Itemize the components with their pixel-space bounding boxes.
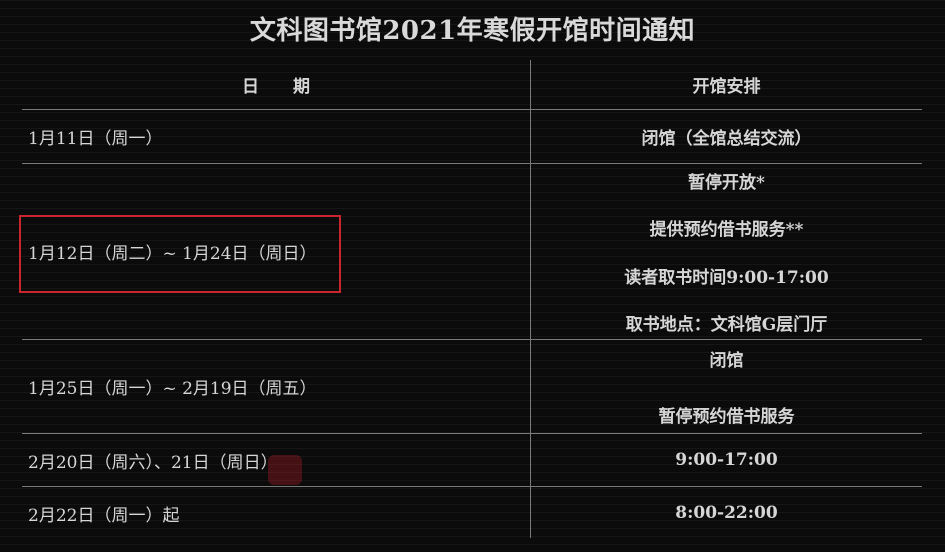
arrangement-line: 暂停预约借书服务 <box>658 407 795 427</box>
highlight-box <box>19 215 341 293</box>
header-arrangement: 开馆安排 <box>692 77 761 97</box>
row-date: 1月11日（周一） <box>28 129 163 149</box>
arrangement-line: 提供预约借书服务** <box>649 220 804 241</box>
row-arrangement: 闭馆 暂停预约借书服务 <box>531 346 922 427</box>
row-arrangement: 暂停开放* 提供预约借书服务** 读者取书时间9:00-17:00 取书地点：文… <box>531 168 922 335</box>
header-date: 日 期 <box>242 77 310 97</box>
arrangement-line: 9:00-17:00 <box>675 450 778 470</box>
arrangement-line: 闭馆 <box>709 351 744 371</box>
arrangement-line: 暂停开放* <box>688 173 765 193</box>
row-arrangement: 闭馆（全馆总结交流） <box>531 110 922 163</box>
row-date: 1月25日（周一）~ 2月19日（周五） <box>28 379 317 399</box>
arrangement-line: 取书地点：文科馆G层门厅 <box>625 314 828 335</box>
arrangement-line: 闭馆（全馆总结交流） <box>641 129 812 149</box>
arrangement-line: 读者取书时间9:00-17:00 <box>624 267 829 288</box>
page-title: 文科图书馆2021年寒假开馆时间通知 <box>249 16 696 46</box>
row-date: 2月20日（周六）、21日（周日） <box>28 452 278 473</box>
row-arrangement: 8:00-22:00 <box>531 487 922 539</box>
arrangement-line: 8:00-22:00 <box>675 503 778 523</box>
row-arrangement: 9:00-17:00 <box>531 434 922 486</box>
row-date: 2月22日（周一）起 <box>28 505 180 526</box>
